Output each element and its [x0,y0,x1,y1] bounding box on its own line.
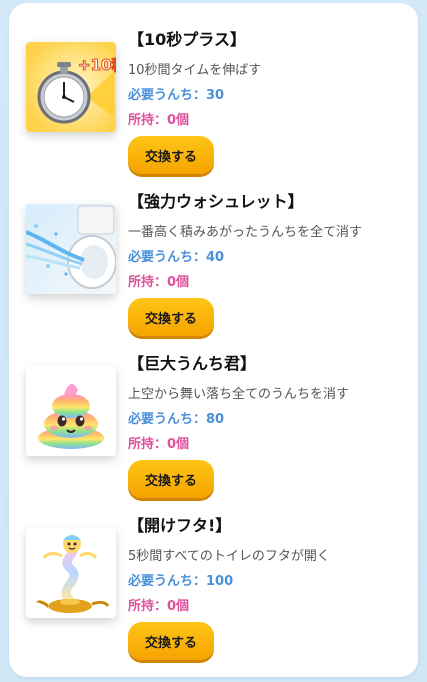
owned-value: 0個 [167,113,190,128]
owned-value: 0個 [167,599,190,614]
item-description: 5秒間すべてのトイレのフタが開く [128,549,330,564]
owned-label: 所持： [128,437,168,452]
item-name: 【開けフタ!】 [128,516,232,535]
exchange-button[interactable]: 交換する [128,298,214,336]
item-owned: 所持：0個 [128,271,189,290]
item-name: 【巨大うんち君】 [128,354,257,373]
item-cost: 必要うんち：100 [128,570,233,589]
shop-item-open-lid: 【開けフタ!】 5秒間すべてのトイレのフタが開く 必要うんち：100 所持：0個… [26,501,406,660]
owned-label: 所持： [128,599,168,614]
item-image [26,528,116,618]
item-description: 一番高く積みあがったうんちを全て消す [128,225,363,240]
item-description: 10秒間タイムを伸ばす [128,63,262,78]
magic-lamp-genie-icon [26,528,116,618]
owned-label: 所持： [128,275,168,290]
item-image-text: +10秒! [78,56,116,74]
item-owned: 所持：0個 [128,433,189,452]
item-image [26,204,116,294]
item-owned: 所持：0個 [128,595,189,614]
exchange-button[interactable]: 交換する [128,622,214,660]
owned-label: 所持： [128,113,168,128]
cost-label: 必要うんち： [128,574,207,589]
exchange-button[interactable]: 交換する [128,460,214,498]
rainbow-poop-icon [26,366,116,456]
cost-value: 80 [206,412,225,427]
item-image [26,366,116,456]
cost-label: 必要うんち： [128,412,207,427]
cost-value: 40 [206,250,225,265]
item-name: 【強力ウォシュレット】 [128,192,304,211]
item-cost: 必要うんち：30 [128,84,224,103]
cost-value: 30 [206,88,225,103]
item-cost: 必要うんち：80 [128,408,224,427]
stopwatch-icon: +10秒! [26,42,116,132]
exchange-button[interactable]: 交換する [128,136,214,174]
owned-value: 0個 [167,275,190,290]
shop-item-washlet: 【強力ウォシュレット】 一番高く積みあがったうんちを全て消す 必要うんち：40 … [26,177,406,336]
cost-label: 必要うんち： [128,250,207,265]
shop-item-10sec-plus: +10秒! 【10秒プラス】 10秒間タイムを伸ばす 必要うんち：30 所持：0… [26,15,406,174]
cost-label: 必要うんち： [128,88,207,103]
item-owned: 所持：0個 [128,109,189,128]
toilet-water-spray-icon [26,204,116,294]
item-image: +10秒! [26,42,116,132]
owned-value: 0個 [167,437,190,452]
item-description: 上空から舞い落ち全てのうんちを消す [128,387,350,402]
shop-item-giant-poop: 【巨大うんち君】 上空から舞い落ち全てのうんちを消す 必要うんち：80 所持：0… [26,339,406,498]
cost-value: 100 [206,574,234,589]
shop-card: +10秒! 【10秒プラス】 10秒間タイムを伸ばす 必要うんち：30 所持：0… [9,3,418,677]
item-cost: 必要うんち：40 [128,246,224,265]
item-name: 【10秒プラス】 [128,30,246,49]
